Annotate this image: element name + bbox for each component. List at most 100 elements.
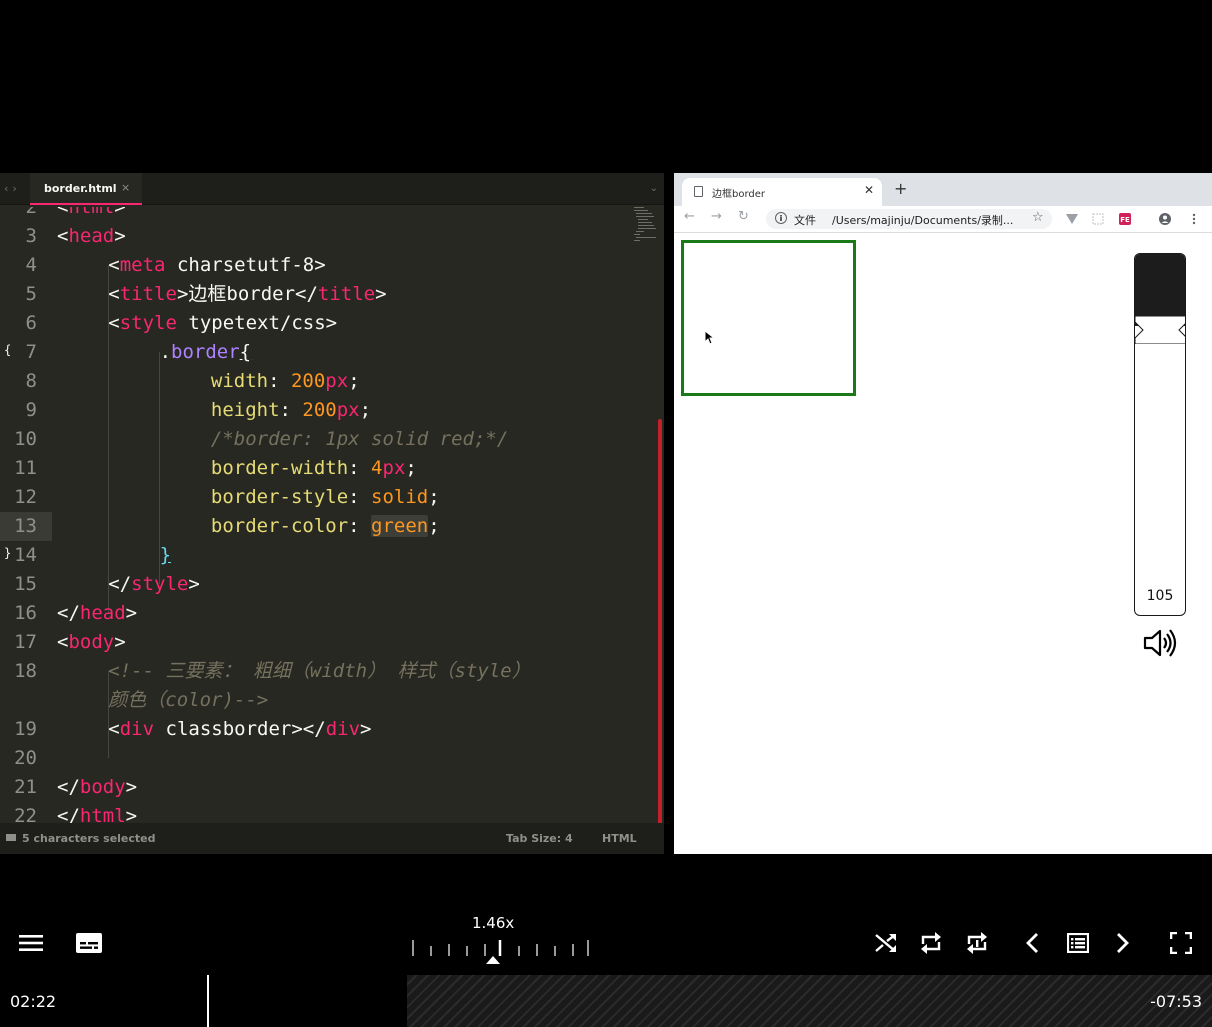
code-line[interactable]: 20 <box>0 744 640 773</box>
code-line[interactable]: 18 <!-- 三要素： 粗细（width） 样式（style） <box>0 657 640 686</box>
code-line[interactable]: 颜色（color)--> <box>0 686 640 715</box>
line-number: 3 <box>25 225 37 247</box>
next-chevron-icon[interactable] <box>1115 932 1131 954</box>
code-line[interactable]: 5 <title>边框border</title> <box>0 280 640 309</box>
tab-nav-arrows-icon[interactable]: ‹› <box>4 182 21 195</box>
bordered-div <box>681 240 856 396</box>
subtitles-icon[interactable] <box>76 933 102 953</box>
line-number: 11 <box>14 457 37 479</box>
code-text: <html> <box>57 207 126 218</box>
scheme-label: 文件 <box>794 214 816 227</box>
syntax-status[interactable]: HTML <box>602 832 637 845</box>
shuffle-icon[interactable] <box>875 933 897 953</box>
line-number: 21 <box>14 776 37 798</box>
code-text: width: 200px; <box>210 370 360 392</box>
code-line[interactable]: 4 <meta charsetutf-8> <box>0 251 640 280</box>
code-line[interactable]: 7 .border{{ <box>0 338 640 367</box>
tab-dropdown-icon[interactable]: ⌄ <box>650 183 658 194</box>
vue-devtools-icon[interactable] <box>1066 213 1078 225</box>
tab-size-status[interactable]: Tab Size: 4 <box>506 832 573 845</box>
code-line[interactable]: 2 <html> <box>0 207 640 222</box>
reload-icon[interactable]: ↻ <box>738 209 749 224</box>
bookmark-star-icon[interactable]: ☆ <box>1032 210 1044 225</box>
code-text: 颜色（color)--> <box>108 689 269 711</box>
code-text: .border{ <box>159 341 252 363</box>
code-text: border-style: solid; <box>210 486 440 508</box>
code-text: </style> <box>108 573 200 595</box>
selection-status: 5 characters selected <box>22 832 156 845</box>
menu-kebab-icon[interactable] <box>1188 213 1200 225</box>
fold-marker-icon[interactable]: } <box>4 539 11 568</box>
progress-bar-track[interactable] <box>407 975 1212 1027</box>
code-area[interactable]: 2 <html> 3 <head> 4 <meta charsetutf-8> 5 <titl… <box>0 207 656 823</box>
code-text: <body> <box>57 631 126 653</box>
page-content <box>674 234 1212 854</box>
close-tab-icon[interactable]: × <box>121 181 130 194</box>
address-bar[interactable]: i 文件 /Users/majinju/Documents/录制... ☆ <box>766 209 1052 229</box>
browser-tab-title: 边框border <box>712 189 766 200</box>
playlist-icon[interactable] <box>1067 933 1089 953</box>
code-line[interactable]: 12 border-style: solid; <box>0 483 640 512</box>
repeat-one-icon[interactable] <box>965 932 989 954</box>
menu-icon[interactable] <box>19 934 43 952</box>
line-number: 6 <box>25 312 37 334</box>
code-text: <style typetext/css> <box>108 312 338 334</box>
code-line[interactable]: 14}} <box>0 541 640 570</box>
code-line[interactable]: 22 </html> <box>0 802 640 823</box>
volume-slider[interactable]: 105 <box>1134 253 1186 616</box>
browser-tab[interactable]: 边框border ✕ <box>682 178 882 206</box>
line-number: 10 <box>14 428 37 450</box>
editor-tab-bar: ‹› border.html × ⌄ <box>0 173 664 205</box>
code-line[interactable]: 8 width: 200px; <box>0 367 640 396</box>
close-tab-icon[interactable]: ✕ <box>864 183 874 197</box>
code-line[interactable]: 11 border-width: 4px; <box>0 454 640 483</box>
info-icon[interactable]: i <box>775 212 787 224</box>
code-line[interactable]: 21 </body> <box>0 773 640 802</box>
code-line[interactable]: 10 /*border: 1px solid red;*/ <box>0 425 640 454</box>
fold-marker-icon[interactable]: { <box>4 336 11 365</box>
url-text[interactable]: /Users/majinju/Documents/录制... <box>832 212 1013 228</box>
speaker-icon[interactable] <box>1142 628 1178 658</box>
repeat-icon[interactable] <box>919 932 943 954</box>
minimap[interactable] <box>632 207 656 247</box>
fe-extension-icon[interactable]: FE <box>1119 213 1131 225</box>
fullscreen-icon[interactable] <box>1170 932 1192 954</box>
forward-arrow-icon[interactable]: → <box>711 209 722 224</box>
volume-notch <box>1135 316 1185 344</box>
editor-scrollbar[interactable] <box>658 419 662 854</box>
progress-playhead[interactable] <box>207 975 209 1027</box>
previous-chevron-icon[interactable] <box>1024 932 1040 954</box>
line-number: 8 <box>25 370 37 392</box>
code-line[interactable]: 17 <body> <box>0 628 640 657</box>
code-text: <title>边框border</title> <box>108 283 387 305</box>
code-line[interactable]: 15 </style> <box>0 570 640 599</box>
line-number: 22 <box>14 805 37 823</box>
code-line[interactable]: 9 height: 200px; <box>0 396 640 425</box>
status-panel-icon[interactable] <box>6 834 16 841</box>
line-number: 9 <box>25 399 37 421</box>
line-number: 18 <box>14 660 37 682</box>
extension-icon[interactable] <box>1092 213 1104 225</box>
code-line[interactable]: 3 <head> <box>0 222 640 251</box>
mouse-cursor-icon <box>704 330 716 345</box>
browser-window: 边框border ✕ + ← → ↻ i 文件 /Users/majinju/D… <box>674 173 1212 854</box>
code-line[interactable]: 13 border-color: green; <box>0 512 640 541</box>
document-icon <box>694 186 703 197</box>
line-number: 5 <box>25 283 37 305</box>
code-text: </head> <box>57 602 138 624</box>
code-line[interactable]: 6 <style typetext/css> <box>0 309 640 338</box>
editor-tab-border-html[interactable]: border.html × <box>30 173 142 205</box>
volume-level: 105 <box>1146 588 1174 604</box>
code-text: <head> <box>57 225 126 247</box>
svg-text:FE: FE <box>1120 216 1130 224</box>
player-controls: 1.46x 02:22 -07:53 <box>0 854 1212 1027</box>
code-line[interactable]: 16 </head> <box>0 599 640 628</box>
code-line[interactable]: 19 <div classborder></div> <box>0 715 640 744</box>
code-text: <meta charsetutf-8> <box>108 254 326 276</box>
profile-icon[interactable] <box>1159 213 1171 225</box>
editor-tab-title: border.html <box>44 182 117 195</box>
new-tab-button[interactable]: + <box>894 179 907 198</box>
line-number: 2 <box>25 207 37 218</box>
playback-speed-slider[interactable] <box>410 936 592 964</box>
back-arrow-icon[interactable]: ← <box>684 209 695 224</box>
